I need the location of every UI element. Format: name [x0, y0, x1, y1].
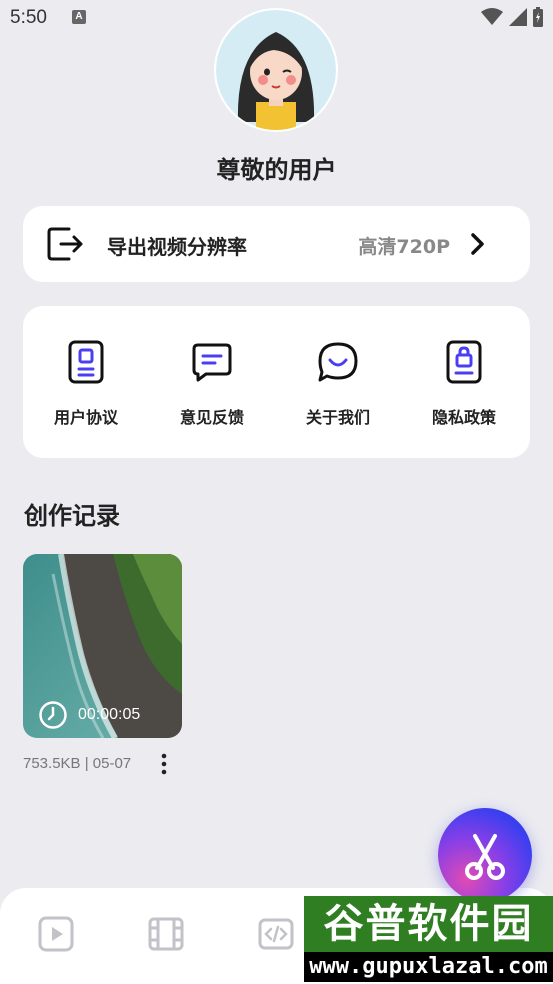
video-play-icon[interactable] — [36, 914, 76, 954]
watermark: 谷普软件园 www.gupuxlazal.com — [304, 896, 553, 984]
export-resolution-row[interactable]: 导出视频分辨率 高清720P — [23, 206, 530, 282]
record-duration: 00:00:05 — [78, 706, 141, 723]
watermark-title: 谷普软件园 — [304, 896, 553, 952]
username: 尊敬的用户 — [216, 156, 337, 184]
more-vertical-icon[interactable] — [157, 752, 171, 776]
link-label: 用户协议 — [53, 408, 118, 427]
cut-video-fab[interactable] — [438, 808, 532, 902]
about-us-icon — [318, 342, 358, 382]
film-strip-icon[interactable] — [146, 914, 186, 954]
scissors-icon — [465, 834, 505, 880]
clock-icon — [39, 701, 67, 729]
battery-icon — [533, 7, 543, 27]
user-agreement-icon — [68, 340, 104, 384]
wifi-icon — [481, 8, 503, 25]
export-icon — [47, 227, 83, 261]
link-label: 隐私政策 — [431, 408, 496, 427]
export-resolution-value: 高清720P — [358, 236, 450, 258]
chevron-right-icon — [471, 233, 484, 255]
feedback-icon — [192, 343, 232, 382]
export-resolution-label: 导出视频分辨率 — [107, 235, 247, 259]
link-user-agreement[interactable]: 用户协议 — [23, 340, 149, 428]
code-icon[interactable] — [256, 914, 296, 954]
avatar[interactable] — [216, 10, 336, 130]
link-about-us[interactable]: 关于我们 — [275, 340, 401, 428]
link-feedback[interactable]: 意见反馈 — [149, 340, 275, 428]
avatar-illustration-icon — [216, 10, 336, 130]
record-meta: 753.5KB | 05-07 — [23, 755, 132, 772]
links-card: 用户协议 意见反馈 关于我们 隐私政策 — [23, 306, 530, 458]
records-title: 创作记录 — [24, 502, 120, 530]
link-label: 意见反馈 — [179, 408, 244, 427]
notification-icon: A — [72, 10, 86, 24]
status-time: 5:50 — [10, 7, 47, 28]
status-icons — [481, 7, 543, 27]
link-privacy-policy[interactable]: 隐私政策 — [401, 340, 527, 428]
signal-icon — [509, 8, 527, 26]
link-label: 关于我们 — [305, 408, 370, 427]
privacy-policy-icon — [446, 340, 482, 384]
watermark-url: www.gupuxlazal.com — [304, 952, 553, 982]
record-thumbnail[interactable]: 00:00:05 — [23, 554, 182, 738]
